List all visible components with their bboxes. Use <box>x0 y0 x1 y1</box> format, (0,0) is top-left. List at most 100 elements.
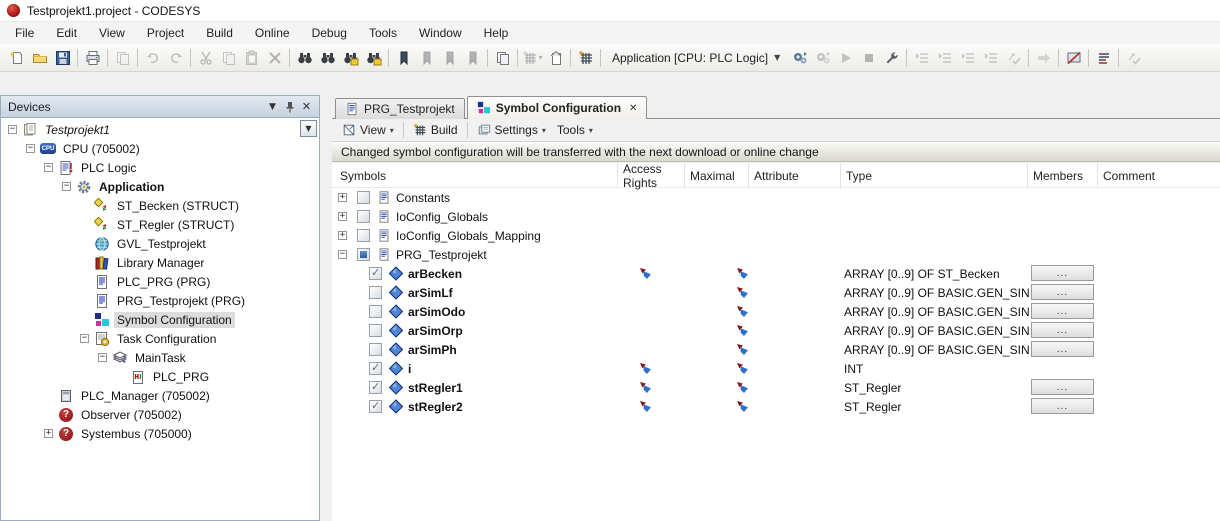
online-config-mode-icon[interactable] <box>1122 47 1145 69</box>
start-icon[interactable] <box>834 47 857 69</box>
pin-icon[interactable] <box>281 99 298 115</box>
checkbox-unchecked[interactable] <box>369 286 382 299</box>
tab-symbol-configuration[interactable]: Symbol Configuration ✕ <box>467 96 648 119</box>
maximal-icon[interactable] <box>736 324 749 337</box>
panel-menu-icon[interactable]: ▼ <box>264 99 281 115</box>
table-row[interactable]: arSimOdo ARRAY [0..9] OF BASIC.GEN_SIN .… <box>332 302 1220 321</box>
table-row[interactable]: arSimOrp ARRAY [0..9] OF BASIC.GEN_SIN .… <box>332 321 1220 340</box>
tree-item-plc-logic[interactable]: − PLC Logic <box>1 158 319 177</box>
logout-icon[interactable] <box>811 47 834 69</box>
tree-item-library-manager[interactable]: + Library Manager <box>1 253 319 272</box>
checkbox-checked[interactable] <box>369 400 382 413</box>
collapse-icon[interactable]: − <box>26 144 35 153</box>
members-button[interactable]: ... <box>1031 341 1094 357</box>
tree-item-st-regler[interactable]: + ST_Regler (STRUCT) <box>1 215 319 234</box>
tree-item-observer[interactable]: + ? Observer (705002) <box>1 405 319 424</box>
jump-icon[interactable] <box>1032 47 1055 69</box>
checkbox-unchecked[interactable] <box>369 324 382 337</box>
clear-bookmarks-icon[interactable] <box>461 47 484 69</box>
collapse-icon[interactable]: − <box>62 182 71 191</box>
table-row[interactable]: arBecken ARRAY [0..9] OF ST_Becken ... <box>332 264 1220 283</box>
expand-icon[interactable]: + <box>338 193 347 202</box>
next-bookmark-icon[interactable] <box>438 47 461 69</box>
login-icon[interactable] <box>788 47 811 69</box>
tree-item-plc-prg[interactable]: + PLC_PRG (PRG) <box>1 272 319 291</box>
maximal-icon[interactable] <box>736 267 749 280</box>
maximal-icon[interactable] <box>736 286 749 299</box>
expand-icon[interactable]: + <box>338 212 347 221</box>
tree-item-maintask[interactable]: − MainTask <box>1 348 319 367</box>
checkbox-unchecked[interactable] <box>357 229 370 242</box>
step-out-icon[interactable] <box>956 47 979 69</box>
table-row[interactable]: i INT <box>332 359 1220 378</box>
checkbox-unchecked[interactable] <box>357 210 370 223</box>
maximal-icon[interactable] <box>736 381 749 394</box>
menu-window[interactable]: Window <box>408 23 473 43</box>
delete-icon[interactable] <box>263 47 286 69</box>
new-project-icon[interactable] <box>5 47 28 69</box>
column-header-maximal[interactable]: Maximal <box>684 163 748 188</box>
table-row[interactable]: + IoConfig_Globals_Mapping <box>332 226 1220 245</box>
collapse-icon[interactable]: − <box>44 163 53 172</box>
checkbox-unchecked[interactable] <box>369 343 382 356</box>
run-to-cursor-icon[interactable] <box>1002 47 1025 69</box>
print-icon[interactable] <box>81 47 104 69</box>
table-row[interactable]: − PRG_Testprojekt <box>332 245 1220 264</box>
menu-view[interactable]: View <box>88 23 136 43</box>
cut-icon[interactable] <box>194 47 217 69</box>
save-icon[interactable] <box>51 47 74 69</box>
table-row[interactable]: stRegler1 ST_Regler ... <box>332 378 1220 397</box>
access-rights-icon[interactable] <box>639 381 652 394</box>
single-cycle-icon[interactable] <box>979 47 1002 69</box>
new-object-icon[interactable]: ▾ <box>521 47 544 69</box>
table-row[interactable]: + Constants <box>332 188 1220 207</box>
table-row[interactable]: + IoConfig_Globals <box>332 207 1220 226</box>
paste-icon[interactable] <box>240 47 263 69</box>
step-into-icon[interactable] <box>933 47 956 69</box>
collapse-icon[interactable]: − <box>8 125 17 134</box>
tree-item-task-configuration[interactable]: − Task Configuration <box>1 329 319 348</box>
menu-project[interactable]: Project <box>136 23 195 43</box>
replace-icon[interactable] <box>316 47 339 69</box>
maximal-icon[interactable] <box>736 343 749 356</box>
undo-icon[interactable] <box>141 47 164 69</box>
tree-item-st-becken[interactable]: + ST_Becken (STRUCT) <box>1 196 319 215</box>
checkbox-checked[interactable] <box>369 381 382 394</box>
tree-item-systembus[interactable]: + ? Systembus (705000) <box>1 424 319 443</box>
tools-button[interactable]: Tools ▾ <box>552 121 598 139</box>
tree-item-application[interactable]: − Application <box>1 177 319 196</box>
close-panel-icon[interactable]: ✕ <box>298 99 315 115</box>
checkbox-unchecked[interactable] <box>369 305 382 318</box>
panel-splitter[interactable] <box>320 95 332 521</box>
step-over-icon[interactable] <box>910 47 933 69</box>
build-icon[interactable] <box>574 47 597 69</box>
tree-item-prg-testprojekt[interactable]: + PRG_Testprojekt (PRG) <box>1 291 319 310</box>
maximal-icon[interactable] <box>736 400 749 413</box>
checkbox-checked[interactable] <box>369 362 382 375</box>
maximal-icon[interactable] <box>736 305 749 318</box>
preview-icon[interactable] <box>111 47 134 69</box>
expand-icon[interactable]: + <box>44 429 53 438</box>
access-rights-icon[interactable] <box>639 400 652 413</box>
collapse-icon[interactable]: − <box>338 250 347 259</box>
table-row[interactable]: arSimPh ARRAY [0..9] OF BASIC.GEN_SIN ..… <box>332 340 1220 359</box>
menu-file[interactable]: File <box>4 23 45 43</box>
menu-build[interactable]: Build <box>195 23 244 43</box>
column-header-members[interactable]: Members <box>1027 163 1097 188</box>
tree-item-cpu[interactable]: − CPU CPU (705002) <box>1 139 319 158</box>
column-header-comment[interactable]: Comment <box>1097 163 1177 188</box>
maximal-icon[interactable] <box>736 362 749 375</box>
tree-item-maintask-plc-prg[interactable]: + PLC_PRG <box>1 367 319 386</box>
members-button[interactable]: ... <box>1031 265 1094 281</box>
close-tab-icon[interactable]: ✕ <box>629 103 637 114</box>
members-button[interactable]: ... <box>1031 303 1094 319</box>
column-header-attribute[interactable]: Attribute <box>748 163 840 188</box>
checkbox-partial[interactable] <box>357 248 370 261</box>
menu-help[interactable]: Help <box>473 23 520 43</box>
menu-tools[interactable]: Tools <box>358 23 408 43</box>
stop-icon[interactable] <box>857 47 880 69</box>
open-project-icon[interactable] <box>28 47 51 69</box>
members-button[interactable]: ... <box>1031 284 1094 300</box>
export-pages-icon[interactable] <box>491 47 514 69</box>
display-mode-icon[interactable] <box>1062 47 1085 69</box>
